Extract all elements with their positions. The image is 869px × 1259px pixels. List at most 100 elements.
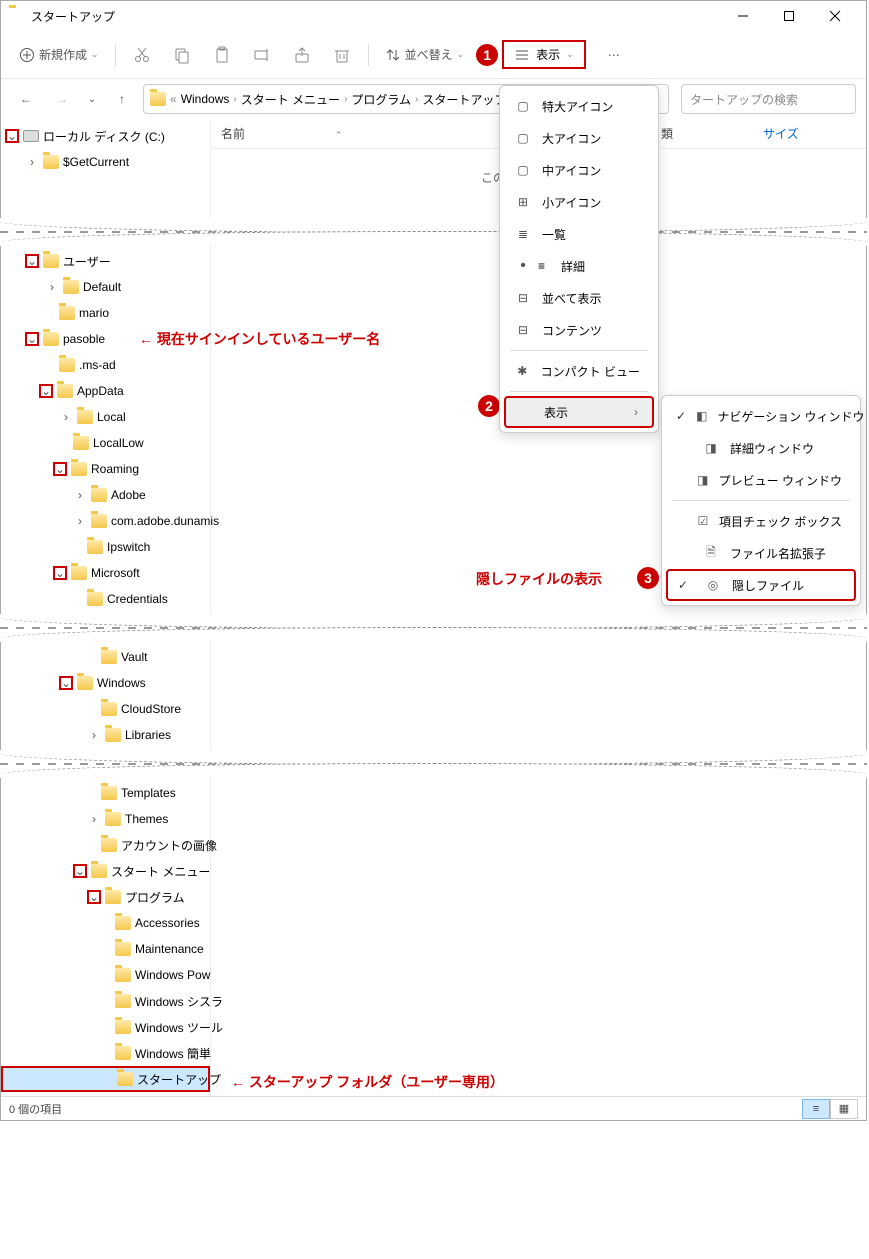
tree-item-disk[interactable]: ⌄ ローカル ディスク (C:) (1, 123, 210, 149)
menu-small-icons[interactable]: ⊞小アイコン (504, 186, 654, 218)
tree-item[interactable]: ⌄Windows (1, 670, 210, 696)
expand-toggle[interactable]: ⌄ (59, 676, 73, 690)
menu-checkboxes[interactable]: ☑項目チェック ボックス (666, 505, 856, 537)
paste-icon[interactable] (204, 40, 240, 70)
more-button[interactable]: ⋯ (596, 42, 632, 68)
menu-show-submenu[interactable]: 表示› (504, 396, 654, 428)
tree-item[interactable]: ⌄Roaming (1, 456, 210, 482)
search-input[interactable]: タートアップの検索 (681, 84, 856, 114)
share-icon[interactable] (284, 40, 320, 70)
eye-icon: ◎ (704, 578, 722, 592)
menu-content[interactable]: ⊟コンテンツ (504, 314, 654, 346)
tree-item[interactable]: Vault (1, 644, 210, 670)
checkbox-icon: ☑ (697, 514, 709, 528)
expand-toggle[interactable]: ⌄ (53, 462, 67, 476)
tree-item[interactable]: Accessories (1, 910, 210, 936)
delete-icon[interactable] (324, 40, 360, 70)
window-title: スタートアップ (31, 8, 720, 25)
expand-toggle[interactable]: ⌄ (53, 566, 67, 580)
tree-item[interactable]: › $GetCurrent (1, 149, 210, 175)
menu-large-icons[interactable]: ▢大アイコン (504, 122, 654, 154)
tree-item[interactable]: ⌄プログラム (1, 884, 210, 910)
maximize-button[interactable] (766, 1, 812, 31)
tree-item[interactable]: LocalLow (1, 430, 210, 456)
tree-item[interactable]: Windows ツール (1, 1014, 210, 1040)
tree-item[interactable]: ⌄AppData (1, 378, 210, 404)
tree-item[interactable]: ⌄Microsoft (1, 560, 210, 586)
expand-toggle[interactable]: ⌄ (5, 129, 19, 143)
expand-toggle[interactable]: › (45, 280, 59, 294)
menu-tiles[interactable]: ⊟並べて表示 (504, 282, 654, 314)
disk-icon (23, 130, 39, 142)
up-button[interactable]: ↑ (107, 84, 137, 114)
tree-item[interactable]: ⌄スタート メニュー (1, 858, 210, 884)
tree-item[interactable]: Ipswitch (1, 534, 210, 560)
menu-medium-icons[interactable]: ▢中アイコン (504, 154, 654, 186)
sort-button[interactable]: 並べ替え ⌄ (377, 40, 473, 69)
folder-icon (115, 968, 131, 982)
folder-icon (43, 254, 59, 268)
expand-toggle[interactable]: ⌄ (73, 864, 87, 878)
compact-icon: ✱ (514, 364, 531, 378)
column-name[interactable]: 名前⌃ (211, 125, 371, 142)
column-size[interactable]: サイズ (753, 125, 809, 142)
tree-item[interactable]: ⌄ユーザー (1, 248, 210, 274)
tree-item[interactable]: ›com.adobe.dunamis (1, 508, 210, 534)
chevron-down-icon[interactable]: ⌄ (83, 84, 101, 114)
copy-icon[interactable] (164, 40, 200, 70)
tree-item[interactable]: ›Libraries (1, 722, 210, 748)
menu-detail[interactable]: •≡詳細 (504, 250, 654, 282)
menu-nav-pane[interactable]: ✓◧ナビゲーション ウィンドウ (666, 400, 856, 432)
tree-item[interactable]: CloudStore (1, 696, 210, 722)
toolbar: 新規作成 ⌄ 並べ替え ⌄ 1 表示 ⌄ ⋯ (1, 31, 866, 79)
tree-item[interactable]: Templates (1, 780, 210, 806)
expand-toggle[interactable]: › (25, 155, 39, 169)
expand-toggle[interactable]: ⌄ (25, 254, 39, 268)
rename-icon[interactable] (244, 40, 280, 70)
expand-toggle[interactable]: › (59, 410, 73, 424)
pane-icon: ◨ (702, 441, 720, 455)
menu-compact[interactable]: ✱コンパクト ビュー (504, 355, 654, 387)
expand-toggle[interactable]: ⌄ (39, 384, 53, 398)
tree-item[interactable]: Maintenance (1, 936, 210, 962)
tree-item[interactable]: Credentials (1, 586, 210, 612)
expand-toggle[interactable]: › (73, 488, 87, 502)
tree-item[interactable]: Windows Pow (1, 962, 210, 988)
expand-toggle[interactable]: ⌄ (87, 890, 101, 904)
large-icon: ▢ (514, 131, 532, 145)
menu-hidden-files[interactable]: ✓◎隠しファイル (666, 569, 856, 601)
tree-item[interactable]: アカウントの画像 (1, 832, 210, 858)
tree-item[interactable]: .ms-ad (1, 352, 210, 378)
menu-extensions[interactable]: 🗎ファイル名拡張子 (666, 537, 856, 569)
tree-item[interactable]: ›Adobe (1, 482, 210, 508)
cut-line (0, 616, 867, 640)
minimize-button[interactable] (720, 1, 766, 31)
tree-item[interactable]: ›Local (1, 404, 210, 430)
forward-button[interactable]: → (47, 84, 77, 114)
tree-item[interactable]: ›Default (1, 274, 210, 300)
tree-item[interactable]: ›Themes (1, 806, 210, 832)
tree-item-startup[interactable]: スタートアップ (1, 1066, 210, 1092)
close-button[interactable] (812, 1, 858, 31)
menu-detail-pane[interactable]: ◨詳細ウィンドウ (666, 432, 856, 464)
thumbnails-view-button[interactable]: ▦ (830, 1099, 858, 1119)
back-button[interactable]: ← (11, 84, 41, 114)
expand-toggle[interactable]: › (73, 514, 87, 528)
details-view-button[interactable]: ≡ (802, 1099, 830, 1119)
view-button[interactable]: 表示 ⌄ (502, 40, 586, 69)
cut-icon[interactable] (124, 40, 160, 70)
menu-preview-pane[interactable]: ◨プレビュー ウィンドウ (666, 464, 856, 496)
folder-icon (87, 592, 103, 606)
expand-toggle[interactable]: › (87, 812, 101, 826)
tree-item[interactable]: Windows 簡単 (1, 1040, 210, 1066)
tree-item[interactable]: Windows シスラ (1, 988, 210, 1014)
explorer-window: スタートアップ 新規作成 ⌄ 並べ替え ⌄ 1 表示 ⌄ (0, 0, 867, 220)
menu-xlarge-icons[interactable]: ▢特大アイコン (504, 90, 654, 122)
menu-list[interactable]: ≣一覧 (504, 218, 654, 250)
titlebar[interactable]: スタートアップ (1, 1, 866, 31)
expand-toggle[interactable]: › (87, 728, 101, 742)
expand-toggle[interactable]: ⌄ (25, 332, 39, 346)
tree-item[interactable]: mario (1, 300, 210, 326)
tree-item-pasoble[interactable]: ⌄pasoble← 現在サインインしているユーザー名 (1, 326, 210, 352)
new-button[interactable]: 新規作成 ⌄ (11, 40, 107, 69)
